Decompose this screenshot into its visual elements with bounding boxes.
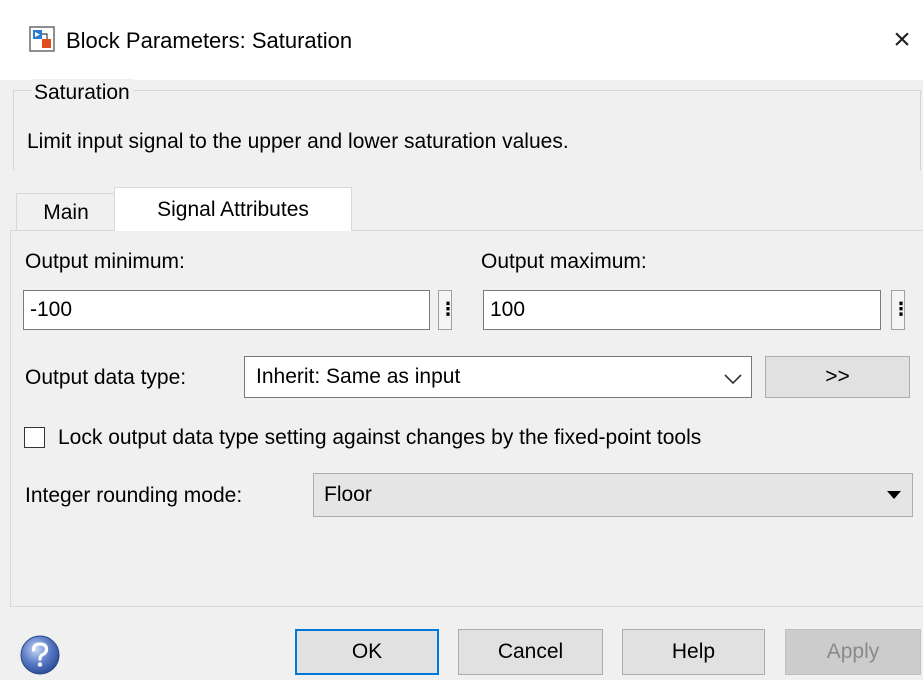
ok-button[interactable]: OK	[295, 629, 439, 675]
output-maximum-more-button[interactable]: ⋮	[891, 290, 910, 330]
data-type-assistant-button[interactable]: >>	[765, 356, 910, 398]
output-maximum-field[interactable]: 100	[483, 290, 881, 330]
chevron-down-icon[interactable]	[722, 372, 744, 386]
tab-panel-signal-attributes	[10, 230, 923, 607]
simulink-block-icon	[29, 26, 55, 52]
output-minimum-more-button[interactable]: ⋮	[438, 290, 457, 330]
output-minimum-label: Output minimum:	[25, 250, 185, 273]
close-icon[interactable]: ×	[887, 22, 917, 58]
lock-data-type-checkbox[interactable]	[24, 427, 45, 448]
output-minimum-field[interactable]: -100	[23, 290, 430, 330]
integer-rounding-mode-label: Integer rounding mode:	[25, 484, 243, 507]
window-title: Block Parameters: Saturation	[66, 28, 353, 53]
tab-signal-attributes[interactable]: Signal Attributes	[114, 187, 352, 231]
help-button[interactable]: Help	[622, 629, 765, 675]
output-data-type-select[interactable]: Inherit: Same as input	[244, 356, 752, 398]
integer-rounding-mode-select[interactable]: Floor	[313, 473, 913, 517]
output-data-type-label: Output data type:	[25, 366, 187, 389]
output-maximum-label: Output maximum:	[481, 250, 647, 273]
help-question-icon[interactable]	[18, 633, 62, 677]
block-description: Limit input signal to the upper and lowe…	[27, 130, 569, 153]
dropdown-arrow-icon[interactable]	[887, 491, 901, 499]
apply-button[interactable]: Apply	[785, 629, 921, 675]
tab-main[interactable]: Main	[16, 193, 116, 231]
group-legend: Saturation	[32, 79, 134, 107]
cancel-button[interactable]: Cancel	[458, 629, 603, 675]
lock-data-type-label: Lock output data type setting against ch…	[58, 426, 702, 449]
